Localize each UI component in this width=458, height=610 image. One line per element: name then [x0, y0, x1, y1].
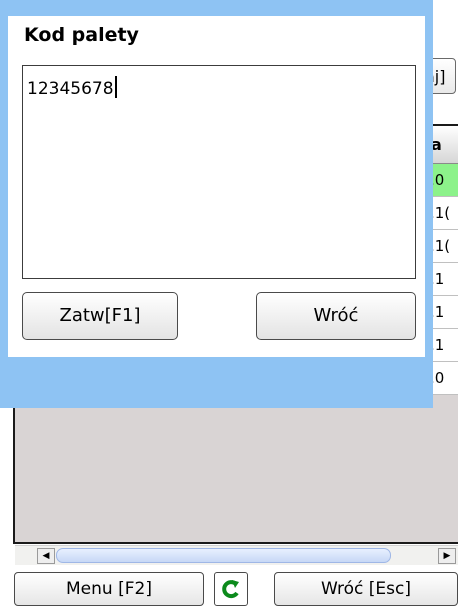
pallet-code-input[interactable]: 12345678 [22, 65, 416, 279]
arrow-left-icon[interactable]: ◀ [37, 548, 55, 564]
horizontal-scrollbar[interactable]: ◀ ▶ [15, 545, 458, 565]
back-esc-button[interactable]: Wróć [Esc] [274, 572, 458, 606]
scrollbar-thumb[interactable] [56, 548, 391, 563]
back-button[interactable]: Wróć [256, 292, 416, 340]
dialog-title: Kod palety [24, 24, 139, 46]
arrow-right-icon[interactable]: ▶ [438, 548, 456, 564]
menu-button[interactable]: Menu [F2] [14, 572, 204, 606]
pallet-code-dialog: Kod palety 12345678 Zatw[F1] Wróć [0, 0, 433, 408]
pallet-code-value: 12345678 [27, 79, 114, 99]
text-caret [114, 76, 117, 98]
dialog-content: Kod palety 12345678 Zatw[F1] Wróć [8, 16, 425, 357]
confirm-button[interactable]: Zatw[F1] [22, 292, 178, 340]
refresh-icon [222, 580, 239, 599]
refresh-button[interactable] [214, 572, 248, 606]
